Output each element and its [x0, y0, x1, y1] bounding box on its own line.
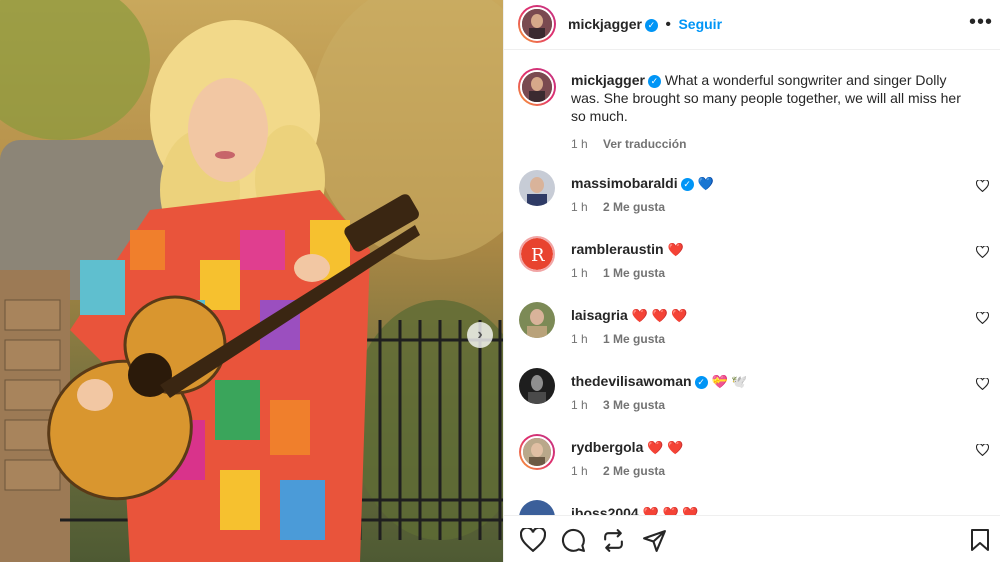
commenter-avatar-image: R [521, 238, 553, 270]
commenter-avatar[interactable]: R [519, 236, 555, 272]
comment-like-heart-icon[interactable] [976, 378, 989, 390]
caption-username[interactable]: mickjagger [571, 72, 645, 88]
post-header: mickjagger ✓ • Seguir ••• [504, 0, 1000, 50]
commenter-avatar-image [523, 438, 551, 466]
commenter-avatar[interactable] [519, 302, 555, 338]
commenter-username[interactable]: rambleraustin [571, 241, 664, 257]
bookmark-icon[interactable] [970, 528, 990, 552]
commenter-username[interactable]: massimobaraldi [571, 175, 678, 191]
more-options-icon[interactable]: ••• [969, 12, 993, 32]
author-line: mickjagger ✓ • Seguir [568, 16, 722, 34]
comment-text: rambleraustin ❤️ [571, 241, 684, 258]
comment-text: rydbergola ❤️ ❤️ [571, 439, 683, 456]
commenter-username[interactable]: jboss2004 [571, 505, 639, 515]
comment-time[interactable]: 1 h [571, 398, 588, 412]
caption-meta: 1 h Ver traducción [571, 135, 971, 153]
commenter-avatar[interactable] [519, 170, 555, 206]
comment-likes[interactable]: 2 Me gusta [603, 200, 665, 214]
commenter-username[interactable]: laisagria [571, 307, 628, 323]
heart-icon[interactable] [520, 528, 546, 552]
comment-icon[interactable] [561, 528, 586, 553]
comment-like-heart-icon[interactable] [976, 444, 989, 456]
follow-button[interactable]: Seguir [678, 16, 722, 32]
commenter-avatar-image [519, 302, 555, 338]
caption-author-avatar[interactable] [518, 68, 556, 106]
comment-like-heart-icon[interactable] [976, 180, 989, 192]
comment-time[interactable]: 1 h [571, 332, 588, 346]
commenter-avatar[interactable] [519, 500, 555, 515]
comment-emoji: 💝 🕊️ [711, 374, 748, 389]
commenter-avatar-image [519, 500, 555, 515]
commenter-avatar[interactable] [519, 368, 555, 404]
comment-emoji: ❤️ ❤️ ❤️ [642, 506, 699, 515]
separator-dot: • [665, 16, 671, 33]
comment-emoji: ❤️ ❤️ [647, 440, 684, 455]
comment-meta: 1 h 3 Me gusta [571, 398, 677, 412]
comment-meta: 1 h 2 Me gusta [571, 200, 677, 214]
verified-badge-icon: ✓ [680, 178, 694, 191]
comment-meta: 1 h 1 Me gusta [571, 332, 677, 346]
translate-link[interactable]: Ver traducción [603, 137, 686, 151]
post-action-bar [504, 515, 1000, 562]
comment-like-heart-icon[interactable] [976, 246, 989, 258]
photo-illustration [0, 0, 503, 562]
comment-text: jboss2004 ❤️ ❤️ ❤️ [571, 505, 699, 515]
comment-time[interactable]: 1 h [571, 464, 588, 478]
comment-item: massimobaraldi ✓ 💙 1 h 2 Me gusta [504, 170, 1000, 236]
comment-item: R rambleraustin ❤️ 1 h 1 Me gusta [504, 236, 1000, 302]
verified-badge-icon: ✓ [644, 19, 658, 32]
author-avatar-image [522, 9, 552, 39]
author-username[interactable]: mickjagger [568, 16, 642, 32]
comment-text: massimobaraldi ✓ 💙 [571, 175, 714, 192]
comment-item: jboss2004 ❤️ ❤️ ❤️ [504, 500, 1000, 515]
commenter-avatar[interactable] [519, 434, 555, 470]
caption-time[interactable]: 1 h [571, 137, 588, 151]
comment-like-heart-icon[interactable] [976, 312, 989, 324]
comment-meta: 1 h 2 Me gusta [571, 464, 677, 478]
verified-badge-icon: ✓ [647, 75, 661, 88]
commenter-username[interactable]: thedevilisawoman [571, 373, 692, 389]
send-icon[interactable] [642, 528, 667, 553]
comment-time[interactable]: 1 h [571, 266, 588, 280]
comment-text: thedevilisawoman ✓ 💝 🕊️ [571, 373, 748, 390]
author-avatar[interactable] [518, 5, 556, 43]
comment-likes[interactable]: 3 Me gusta [603, 398, 665, 412]
comment-text: laisagria ❤️ ❤️ ❤️ [571, 307, 688, 324]
comment-meta: 1 h 1 Me gusta [571, 266, 677, 280]
post-caption: mickjagger ✓ What a wonderful songwriter … [571, 71, 971, 153]
comment-likes[interactable]: 2 Me gusta [603, 464, 665, 478]
verified-badge-icon: ✓ [694, 376, 708, 389]
caption-avatar-image [522, 72, 552, 102]
commenter-username[interactable]: rydbergola [571, 439, 643, 455]
repost-icon[interactable] [601, 528, 626, 553]
post-detail-panel: mickjagger ✓ • Seguir ••• mickjagger ✓ Wha… [503, 0, 1000, 562]
comment-item: thedevilisawoman ✓ 💝 🕊️ 1 h 3 Me gusta [504, 368, 1000, 434]
comment-time[interactable]: 1 h [571, 200, 588, 214]
comment-emoji: 💙 [697, 176, 714, 191]
comment-item: rydbergola ❤️ ❤️ 1 h 2 Me gusta [504, 434, 1000, 500]
post-photo[interactable]: › [0, 0, 503, 562]
commenter-avatar-image [519, 170, 555, 206]
comment-likes[interactable]: 1 Me gusta [603, 332, 665, 346]
next-image-button[interactable]: › [467, 322, 493, 348]
commenter-avatar-image [519, 368, 555, 404]
comment-emoji: ❤️ [667, 242, 684, 257]
svg-text:R: R [531, 245, 545, 266]
comment-likes[interactable]: 1 Me gusta [603, 266, 665, 280]
comment-item: laisagria ❤️ ❤️ ❤️ 1 h 1 Me gusta [504, 302, 1000, 368]
comment-emoji: ❤️ ❤️ ❤️ [631, 308, 688, 323]
